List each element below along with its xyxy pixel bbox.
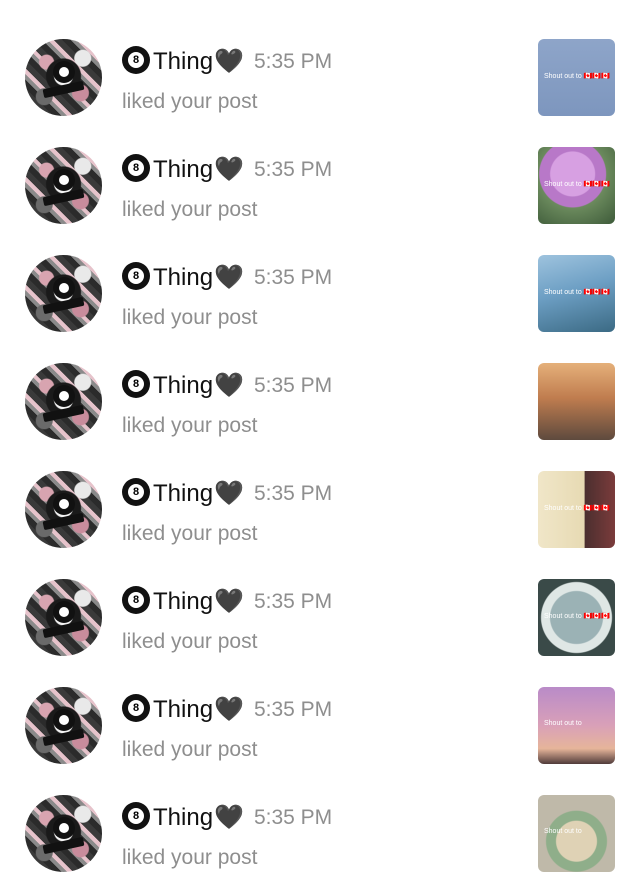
thumbnail-caption: Shout out to 🇨🇦🇨🇦🇨🇦 xyxy=(544,289,610,296)
eight-ball-icon: 8 xyxy=(122,153,150,182)
timestamp: 5:35 PM xyxy=(253,589,333,613)
avatar[interactable] xyxy=(25,471,102,548)
post-thumbnail[interactable]: Shout out to 🇨🇦🇨🇦🇨🇦 xyxy=(538,471,615,548)
notification-row[interactable]: 8 Thing🖤 5:35 PM liked your post Shout out… xyxy=(0,130,640,238)
notification-row[interactable]: 8 Thing🖤 5:35 PM liked your post Shout out… xyxy=(0,454,640,562)
eight-ball-icon: 8 xyxy=(122,585,150,614)
username[interactable]: Thing xyxy=(153,588,213,615)
notification-row[interactable]: 8 Thing🖤 5:35 PM liked your post xyxy=(0,346,640,454)
timestamp: 5:35 PM xyxy=(253,373,333,397)
username[interactable]: Thing xyxy=(153,696,213,723)
black-heart-icon: 🖤 xyxy=(214,696,244,723)
post-thumbnail[interactable]: Shout out to 🇨🇦🇨🇦🇨🇦 xyxy=(538,255,615,332)
black-heart-icon: 🖤 xyxy=(214,804,244,831)
avatar[interactable] xyxy=(25,147,102,224)
notification-action: liked your post xyxy=(122,198,258,221)
eight-ball-icon: 8 xyxy=(122,801,150,830)
timestamp: 5:35 PM xyxy=(253,49,333,73)
notifications-feed: 8 Thing🖤 5:35 PM liked your post Shout out… xyxy=(0,0,640,872)
notification-row[interactable]: 8 Thing🖤 5:35 PM liked your post Shout out… xyxy=(0,22,640,130)
timestamp: 5:35 PM xyxy=(253,157,333,181)
eight-ball-icon: 8 xyxy=(122,369,150,398)
timestamp: 5:35 PM xyxy=(253,265,333,289)
timestamp: 5:35 PM xyxy=(253,481,333,505)
notification-action: liked your post xyxy=(122,414,258,437)
eight-ball-icon: 8 xyxy=(122,45,150,74)
username[interactable]: Thing xyxy=(153,804,213,831)
post-thumbnail[interactable]: Shout out to xyxy=(538,795,615,872)
post-thumbnail[interactable]: Shout out to 🇨🇦🇨🇦🇨🇦 xyxy=(538,579,615,656)
thumbnail-caption: Shout out to 🇨🇦🇨🇦🇨🇦 xyxy=(544,505,610,512)
notification-row[interactable]: 8 Thing🖤 5:35 PM liked your post Shout out… xyxy=(0,562,640,670)
post-thumbnail[interactable] xyxy=(538,363,615,440)
eight-ball-icon: 8 xyxy=(122,477,150,506)
avatar[interactable] xyxy=(25,687,102,764)
notification-row[interactable] xyxy=(0,0,640,12)
timestamp: 5:35 PM xyxy=(253,805,333,829)
avatar[interactable] xyxy=(25,255,102,332)
username[interactable]: Thing xyxy=(153,372,213,399)
avatar[interactable] xyxy=(25,795,102,872)
thumbnail-caption: Shout out to 🇨🇦🇨🇦🇨🇦 xyxy=(544,613,610,620)
username[interactable]: Thing xyxy=(153,156,213,183)
username[interactable]: Thing xyxy=(153,480,213,507)
timestamp: 5:35 PM xyxy=(253,697,333,721)
post-thumbnail[interactable]: Shout out to xyxy=(538,687,615,764)
black-heart-icon: 🖤 xyxy=(214,588,244,615)
thumbnail-caption: Shout out to 🇨🇦🇨🇦🇨🇦 xyxy=(544,73,610,80)
notification-row[interactable]: 8 Thing🖤 5:35 PM liked your post Shout out… xyxy=(0,238,640,346)
notification-row[interactable]: 8 Thing🖤 5:35 PM liked your post Shout out… xyxy=(0,778,640,886)
username[interactable]: Thing xyxy=(153,48,213,75)
username[interactable]: Thing xyxy=(153,264,213,291)
thumbnail-caption: Shout out to 🇨🇦🇨🇦🇨🇦 xyxy=(544,181,610,188)
black-heart-icon: 🖤 xyxy=(214,156,244,183)
avatar[interactable] xyxy=(25,39,102,116)
black-heart-icon: 🖤 xyxy=(214,480,244,507)
notification-action: liked your post xyxy=(122,738,258,761)
avatar[interactable] xyxy=(25,579,102,656)
notification-action: liked your post xyxy=(122,90,258,113)
notification-row[interactable]: 8 Thing🖤 5:35 PM liked your post Shout out… xyxy=(0,670,640,778)
notification-action: liked your post xyxy=(122,846,258,869)
black-heart-icon: 🖤 xyxy=(214,264,244,291)
eight-ball-icon: 8 xyxy=(122,693,150,722)
notification-action: liked your post xyxy=(122,630,258,653)
black-heart-icon: 🖤 xyxy=(214,372,244,399)
eight-ball-icon: 8 xyxy=(122,261,150,290)
notification-action: liked your post xyxy=(122,306,258,329)
post-thumbnail[interactable]: Shout out to 🇨🇦🇨🇦🇨🇦 xyxy=(538,39,615,116)
avatar[interactable] xyxy=(25,363,102,440)
post-thumbnail[interactable]: Shout out to 🇨🇦🇨🇦🇨🇦 xyxy=(538,147,615,224)
thumbnail-caption: Shout out to xyxy=(544,828,582,835)
notification-action: liked your post xyxy=(122,522,258,545)
black-heart-icon: 🖤 xyxy=(214,48,244,75)
thumbnail-caption: Shout out to xyxy=(544,720,582,727)
